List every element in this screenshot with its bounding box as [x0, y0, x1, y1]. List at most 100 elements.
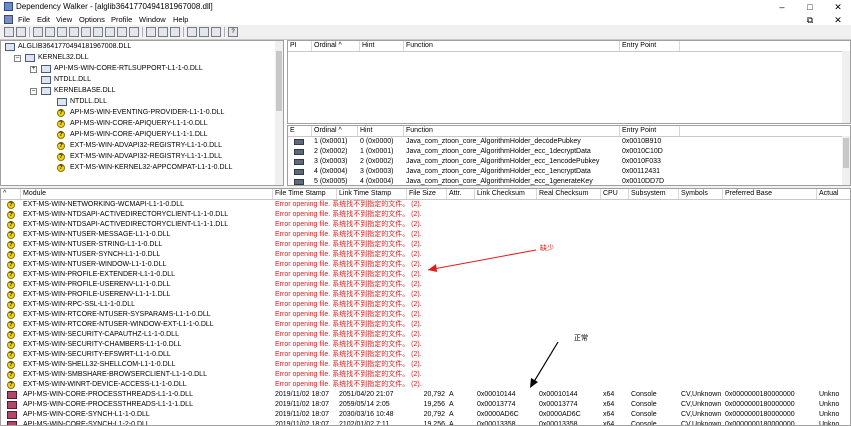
module-column-header[interactable]: Link Time Stamp	[337, 189, 407, 199]
import-column-header[interactable]: Ordinal ^	[312, 41, 360, 51]
module-row-error[interactable]: ? EXT-MS-WIN-SECURITY-EFSWRT-L1-1-0.DLL Er…	[1, 350, 850, 360]
import-column-header[interactable]: Entry Point	[620, 41, 680, 51]
module-row-error[interactable]: ? EXT-MS-WIN-NETWORKING-WCMAPI-L1-1-0.DLL…	[1, 200, 850, 210]
export-column-header[interactable]: Ordinal ^	[312, 126, 358, 136]
properties-icon[interactable]	[158, 27, 168, 37]
external-viewer-icon[interactable]	[170, 27, 180, 37]
module-list-pane[interactable]: ^ Module File Time Stamp Link Time Stamp Fil…	[0, 188, 851, 426]
module-row-error[interactable]: ? EXT-MS-WIN-NTUSER-MESSAGE-L1-1-0.DLL Err…	[1, 230, 850, 240]
export-column-header[interactable]: E	[288, 126, 312, 136]
module-row-error[interactable]: ? EXT-MS-WIN-SECURITY-CAPAUTHZ-L1-1-0.DLL…	[1, 330, 850, 340]
menu-edit[interactable]: Edit	[37, 15, 50, 24]
tree-item[interactable]: API-MS-WIN-CORE-APIQUERY-L1-1-0.DLL	[70, 119, 208, 129]
full-paths-icon[interactable]	[81, 27, 91, 37]
module-column-header[interactable]: Real Checksum	[537, 189, 601, 199]
find-next-icon[interactable]	[129, 27, 139, 37]
save-icon[interactable]	[16, 27, 26, 37]
close-button[interactable]: ✕	[826, 1, 850, 13]
tile-horizontal-icon[interactable]	[199, 27, 209, 37]
export-functions-pane[interactable]: E Ordinal ^ Hint Function Entry Point 1 (0x0…	[287, 125, 851, 186]
tree-scrollbar[interactable]	[275, 41, 283, 185]
tree-expander[interactable]: –	[14, 55, 21, 62]
import-column-header[interactable]: Hint	[360, 41, 404, 51]
module-row-error[interactable]: ? EXT-MS-WIN-NTUSER-WINDOW-L1-1-0.DLL Erro…	[1, 260, 850, 270]
minimize-button[interactable]: –	[770, 1, 794, 13]
expand-icon[interactable]	[93, 27, 103, 37]
module-row-error[interactable]: ? EXT-MS-WIN-SMBSHARE-BROWSERCLIENT-L1-1-…	[1, 370, 850, 380]
cascade-icon[interactable]	[187, 27, 197, 37]
module-row-error[interactable]: ? EXT-MS-WIN-RPC-SSL-L1-1-0.DLL Error open…	[1, 300, 850, 310]
refresh-icon[interactable]	[33, 27, 43, 37]
tree-item[interactable]: API-MS-WIN-CORE-APIQUERY-L1-1-1.DLL	[70, 130, 208, 140]
module-column-header[interactable]: CPU	[601, 189, 629, 199]
module-row[interactable]: API-MS-WIN-CORE-SYNCH-L1-2-0.DLL 2019/11/…	[1, 420, 850, 425]
tree-item[interactable]: KERNELBASE.DLL	[54, 86, 115, 96]
module-row[interactable]: API-MS-WIN-CORE-PROCESSTHREADS-L1-1-0.DL…	[1, 390, 850, 400]
import-column-header[interactable]: Function	[404, 41, 620, 51]
module-column-header[interactable]: Link Checksum	[475, 189, 537, 199]
module-column-header[interactable]: File Size	[407, 189, 447, 199]
export-row[interactable]: 4 (0x0004) 3 (0x0003) Java_com_ztoon_core_…	[288, 167, 844, 177]
module-column-header[interactable]: Actual	[817, 189, 850, 199]
copy-icon[interactable]	[57, 27, 67, 37]
open-icon[interactable]	[4, 27, 14, 37]
document-icon[interactable]	[4, 15, 13, 24]
tree-item[interactable]: KERNEL32.DLL	[38, 53, 89, 63]
tile-vertical-icon[interactable]	[211, 27, 221, 37]
export-column-header[interactable]: Entry Point	[620, 126, 680, 136]
module-tree-pane[interactable]: – ALGLIB3641770494181967008.DLL – KERNEL32.…	[0, 40, 284, 186]
menu-window[interactable]: Window	[139, 15, 166, 24]
module-column-header[interactable]: Subsystem	[629, 189, 679, 199]
module-row-error[interactable]: ? EXT-MS-WIN-PROFILE-USERENV-L1-1-1.DLL Er…	[1, 290, 850, 300]
menu-file[interactable]: File	[18, 15, 30, 24]
import-scrollbar[interactable]	[842, 51, 850, 123]
module-column-header[interactable]: Module	[21, 189, 273, 199]
module-row-error[interactable]: ? EXT-MS-WIN-PROFILE-USERENV-L1-1-0.DLL Er…	[1, 280, 850, 290]
module-row[interactable]: API-MS-WIN-CORE-PROCESSTHREADS-L1-1-1.DL…	[1, 400, 850, 410]
module-row-error[interactable]: ? EXT-MS-WIN-WINRT-DEVICE-ACCESS-L1-1-0.D…	[1, 380, 850, 390]
menu-options[interactable]: Options	[79, 15, 105, 24]
module-column-header[interactable]: Symbols	[679, 189, 723, 199]
tree-item[interactable]: API-MS-WIN-CORE-RTLSUPPORT-L1-1-0.DLL	[54, 64, 203, 74]
import-column-header[interactable]: PI	[288, 41, 312, 51]
highlight-icon[interactable]	[146, 27, 156, 37]
maximize-button[interactable]: □	[798, 1, 822, 13]
export-column-header[interactable]: Hint	[358, 126, 404, 136]
module-column-header[interactable]: File Time Stamp	[273, 189, 337, 199]
import-functions-pane[interactable]: PI Ordinal ^ Hint Function Entry Point	[287, 40, 851, 124]
export-row[interactable]: 2 (0x0002) 1 (0x0001) Java_com_ztoon_core_…	[288, 147, 844, 157]
tree-expander[interactable]: –	[0, 44, 1, 51]
tree-item[interactable]: EXT-MS-WIN-ADVAPI32-REGISTRY-L1-1-0.DLL	[70, 141, 222, 151]
menu-profile[interactable]: Profile	[111, 15, 132, 24]
tree-item[interactable]: NTDLL.DLL	[70, 97, 107, 107]
menu-help[interactable]: Help	[173, 15, 188, 24]
module-row[interactable]: API-MS-WIN-CORE-SYNCH-L1-1-0.DLL 2019/11/…	[1, 410, 850, 420]
export-column-header[interactable]: Function	[404, 126, 620, 136]
export-scrollbar[interactable]	[842, 136, 850, 185]
tree-item[interactable]: NTDLL.DLL	[54, 75, 91, 85]
menu-view[interactable]: View	[56, 15, 72, 24]
tree-expander[interactable]: –	[30, 88, 37, 95]
module-row-error[interactable]: ? EXT-MS-WIN-NTDSAPI-ACTIVEDIRECTORYCLIEN…	[1, 220, 850, 230]
module-row-error[interactable]: ? EXT-MS-WIN-PROFILE-EXTENDER-L1-1-0.DLL E…	[1, 270, 850, 280]
module-column-header[interactable]: Attr.	[447, 189, 475, 199]
collapse-icon[interactable]	[105, 27, 115, 37]
export-row[interactable]: 5 (0x0005) 4 (0x0004) Java_com_ztoon_core_…	[288, 177, 844, 185]
module-row-error[interactable]: ? EXT-MS-WIN-NTDSAPI-ACTIVEDIRECTORYCLIEN…	[1, 210, 850, 220]
module-row-error[interactable]: ? EXT-MS-WIN-NTUSER-STRING-L1-1-0.DLL Erro…	[1, 240, 850, 250]
module-row-error[interactable]: ? EXT-MS-WIN-SHELL32-SHELLCOM-L1-1-0.DLL E…	[1, 360, 850, 370]
find-icon[interactable]	[117, 27, 127, 37]
module-row-error[interactable]: ? EXT-MS-WIN-RTCORE-NTUSER-SYSPARAMS-L1-1…	[1, 310, 850, 320]
tree-item[interactable]: EXT-MS-WIN-KERNEL32-APPCOMPAT-L1-1-0.DLL	[70, 163, 232, 173]
module-row-error[interactable]: ? EXT-MS-WIN-RTCORE-NTUSER-WINDOW-EXT-L1-…	[1, 320, 850, 330]
help-icon[interactable]: ?	[228, 27, 238, 37]
export-row[interactable]: 3 (0x0003) 2 (0x0002) Java_com_ztoon_core_…	[288, 157, 844, 167]
tree-item[interactable]: ALGLIB3641770494181967008.DLL	[18, 42, 131, 52]
tree-item[interactable]: API-MS-WIN-EVENTING-PROVIDER-L1-1-0.DLL	[70, 108, 224, 118]
export-row[interactable]: 1 (0x0001) 0 (0x0000) Java_com_ztoon_core_…	[288, 137, 844, 147]
tree-expander[interactable]: +	[30, 66, 37, 73]
pointer-icon[interactable]	[45, 27, 55, 37]
module-column-header[interactable]: ^	[1, 189, 21, 199]
module-row-error[interactable]: ? EXT-MS-WIN-SECURITY-CHAMBERS-L1-1-0.DLL…	[1, 340, 850, 350]
tree-item[interactable]: EXT-MS-WIN-ADVAPI32-REGISTRY-L1-1-1.DLL	[70, 152, 222, 162]
